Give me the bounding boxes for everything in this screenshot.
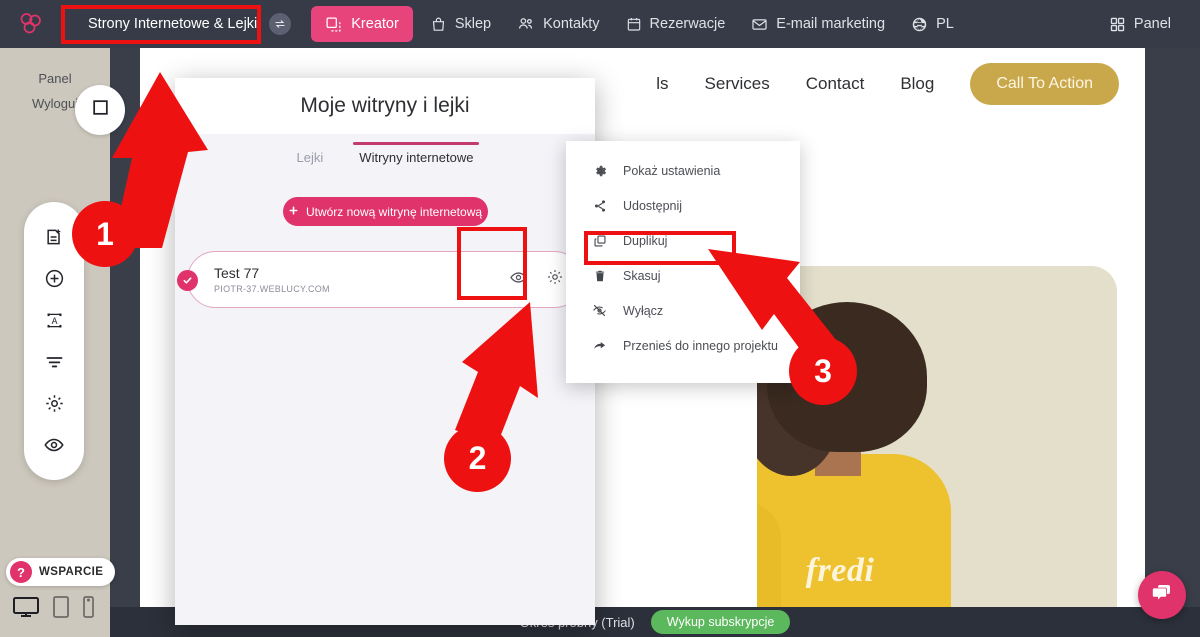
- nav-item-rezerwacje-label: Rezerwacje: [649, 16, 726, 32]
- chat-bubbles-icon: [1150, 581, 1174, 610]
- nav-item-language-label: PL: [936, 16, 954, 32]
- site-row-texts: Test 77 PIOTR-37.WEBLUCY.COM: [214, 265, 330, 294]
- nav-item-kreator[interactable]: Kreator: [311, 6, 413, 42]
- chat-widget-button[interactable]: [1138, 571, 1186, 619]
- site-row-url: PIOTR-37.WEBLUCY.COM: [214, 284, 330, 294]
- highlight-box-row-actions: [457, 227, 527, 300]
- globe-icon: [911, 16, 928, 33]
- nav-item-rezerwacje[interactable]: Rezerwacje: [613, 7, 739, 41]
- ctx-label: Przenieś do innego projektu: [623, 338, 778, 353]
- share-icon: [592, 199, 607, 213]
- ctx-label: Wyłącz: [623, 303, 664, 318]
- trash-icon: [592, 269, 607, 283]
- ctx-item-przenies-do-innego-projektu[interactable]: Przenieś do innego projektu: [566, 328, 800, 363]
- tab-lejki[interactable]: Lejki: [297, 150, 324, 171]
- ctx-label: Udostępnij: [623, 198, 683, 213]
- eye-icon[interactable]: [40, 431, 68, 459]
- site-cta-button[interactable]: Call To Action: [970, 63, 1119, 105]
- nav-item-panel[interactable]: Panel: [1096, 7, 1184, 41]
- modal-tabs: Lejki Witryny internetowe: [175, 134, 595, 171]
- site-nav-link-3[interactable]: Blog: [900, 74, 934, 94]
- ctx-item-udostepnij[interactable]: Udostępnij: [566, 188, 800, 223]
- device-switcher: [12, 595, 95, 624]
- square-outline-icon: [91, 98, 110, 122]
- gear-icon: [592, 164, 607, 178]
- nav-item-sklep-label: Sklep: [454, 16, 492, 32]
- site-nav-link-1[interactable]: Services: [705, 74, 770, 94]
- highlight-box-duplikuj: [584, 231, 736, 265]
- plus-icon: [288, 205, 299, 219]
- plus-circle-icon[interactable]: [40, 264, 68, 292]
- annotation-badge-2: 2: [444, 425, 511, 492]
- site-nav-link-0[interactable]: ls: [656, 74, 668, 94]
- envelope-icon: [751, 16, 768, 33]
- site-nav-link-2[interactable]: Contact: [806, 74, 865, 94]
- site-row-title: Test 77: [214, 265, 260, 281]
- question-mark-icon: ?: [10, 561, 32, 583]
- ctx-item-pokaz-ustawienia[interactable]: Pokaż ustawienia: [566, 153, 800, 188]
- modal-title: Moje witryny i lejki: [300, 94, 470, 117]
- clover-logo-icon[interactable]: [16, 9, 46, 39]
- navbar-right: Panel: [1096, 7, 1184, 41]
- arrow-forward-icon: [592, 338, 607, 353]
- annotation-badge-1: 1: [72, 201, 138, 267]
- annotation-badge-3: 3: [789, 337, 857, 405]
- mobile-icon[interactable]: [82, 595, 95, 624]
- tab-witryny-internetowe[interactable]: Witryny internetowe: [353, 142, 480, 171]
- nav-item-sklep[interactable]: Sklep: [417, 7, 504, 41]
- nav-item-kreator-label: Kreator: [351, 16, 399, 32]
- eye-off-icon: [592, 303, 607, 318]
- nav-item-email-marketing-label: E-mail marketing: [776, 16, 886, 32]
- tablet-icon[interactable]: [52, 595, 70, 624]
- preview-mode-button[interactable]: [75, 85, 125, 135]
- ctx-item-wylacz[interactable]: Wyłącz: [566, 293, 800, 328]
- create-new-website-label: Utwórz nową witrynę internetową: [305, 204, 483, 219]
- create-new-website-button[interactable]: Utwórz nową witrynę internetową: [282, 197, 488, 226]
- contacts-icon: [517, 15, 535, 33]
- app-root: ls Services Contact Blog Call To Action …: [0, 0, 1200, 637]
- shop-bag-icon: [430, 16, 447, 33]
- grid-icon: [1109, 16, 1126, 33]
- ctx-label: Skasuj: [623, 268, 661, 283]
- text-box-icon[interactable]: A: [40, 306, 68, 334]
- support-button[interactable]: ? WSPARCIE: [6, 558, 116, 586]
- site-row-gear-icon[interactable]: [546, 268, 564, 291]
- desktop-icon[interactable]: [12, 595, 40, 624]
- nav-item-panel-label: Panel: [1133, 16, 1171, 32]
- nav-item-kontakty-label: Kontakty: [543, 16, 600, 32]
- sites-modal: Moje witryny i lejki Lejki Witryny inter…: [175, 78, 595, 625]
- ctx-label: Pokaż ustawienia: [623, 163, 721, 178]
- align-icon[interactable]: [40, 348, 68, 376]
- builder-icon: [325, 16, 342, 33]
- calendar-icon: [626, 16, 642, 32]
- svg-text:A: A: [51, 316, 57, 326]
- sweater-print-text: fredi: [805, 552, 875, 589]
- nav-item-email-marketing[interactable]: E-mail marketing: [738, 7, 898, 41]
- nav-item-language[interactable]: PL: [898, 7, 967, 41]
- check-icon: [177, 270, 198, 291]
- hero-photo: fredi: [757, 266, 1117, 607]
- support-label: WSPARCIE: [39, 566, 104, 578]
- highlight-box-workspace: [61, 5, 261, 44]
- add-page-icon[interactable]: [40, 223, 68, 251]
- gear-icon[interactable]: [40, 389, 68, 417]
- swap-arrows-icon[interactable]: [269, 13, 292, 35]
- nav-item-kontakty[interactable]: Kontakty: [504, 7, 612, 41]
- buy-subscription-button[interactable]: Wykup subskrypcje: [650, 610, 791, 634]
- modal-header: Moje witryny i lejki: [175, 78, 595, 134]
